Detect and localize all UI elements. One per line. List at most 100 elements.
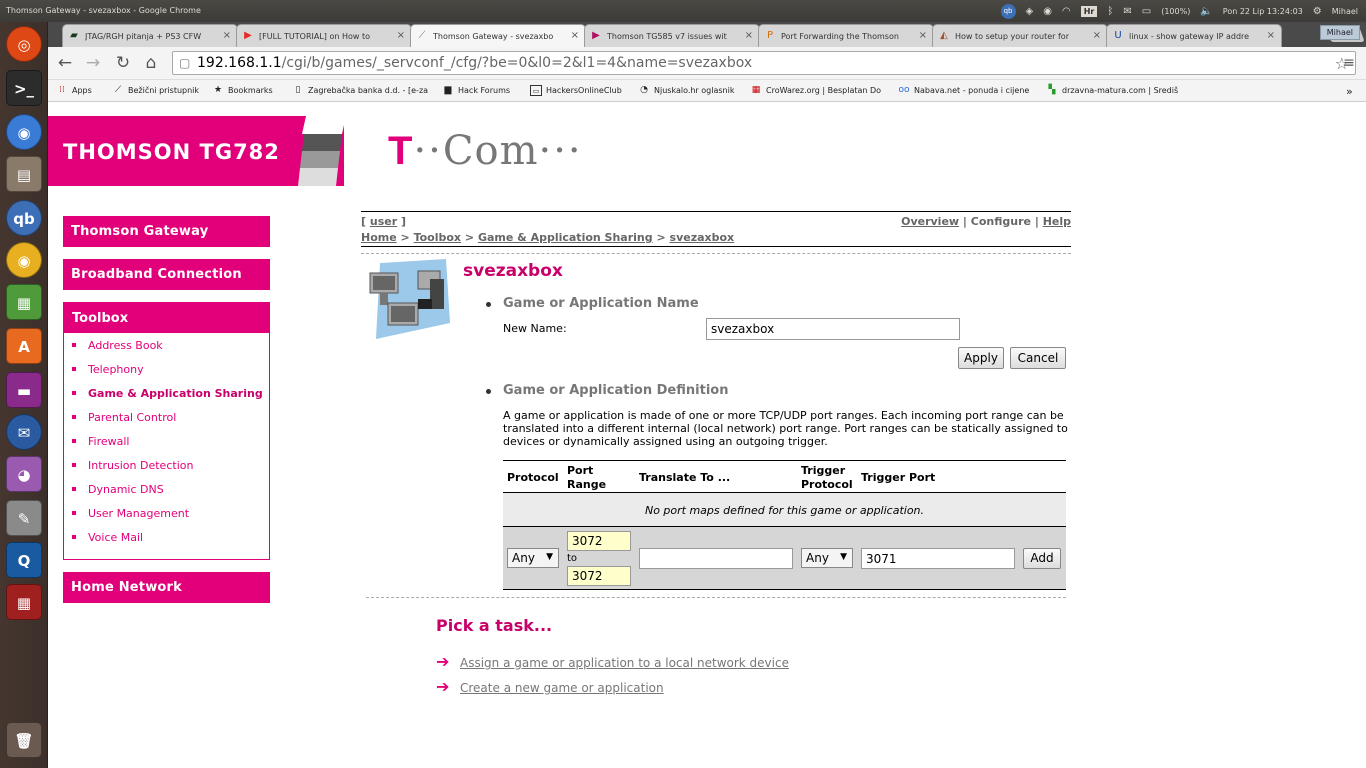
task-assign-game[interactable]: ➔ Assign a game or application to a local… <box>436 652 789 671</box>
qbittorrent-tray-icon[interactable]: qb <box>1000 3 1016 19</box>
bookmark-bookmarks[interactable]: ★ Bookmarks <box>212 85 273 96</box>
forward-arrow-icon[interactable]: → <box>82 53 104 73</box>
clock[interactable]: Pon 22 Lip 13:24:03 <box>1223 7 1303 16</box>
page-info-icon[interactable]: ▢ <box>179 56 190 70</box>
nav-home-network[interactable]: Home Network <box>63 572 270 603</box>
close-icon[interactable]: × <box>223 30 231 41</box>
trigger-port-input[interactable]: 3071 <box>861 548 1015 569</box>
chrome-menu-icon[interactable]: ≡ <box>1338 53 1360 73</box>
nav-user-management[interactable]: User Management <box>64 507 269 531</box>
page-icon: ⟋ <box>114 85 122 95</box>
breadcrumb-toolbox[interactable]: Toolbox <box>414 231 461 244</box>
close-icon[interactable]: × <box>1093 30 1101 41</box>
workspace-switcher-icon[interactable]: ▦ <box>6 584 42 620</box>
task-create-game[interactable]: ➔ Create a new game or application <box>436 677 664 696</box>
bluetooth-icon[interactable]: ᛒ <box>1107 6 1113 17</box>
thunderbird-icon[interactable]: ✉ <box>6 414 42 450</box>
files-icon[interactable]: ▤ <box>6 156 42 192</box>
crowarez-icon: ▦ <box>751 85 761 95</box>
back-arrow-icon[interactable]: ← <box>54 53 76 73</box>
view-mode-links: Overview | Configure | Help <box>901 215 1071 228</box>
bookmark-hackforums[interactable]: ▆ Hack Forums <box>442 85 511 96</box>
tab-tutorial[interactable]: ▶ [FULL TUTORIAL] on How to × <box>236 24 412 47</box>
nav-parental-control[interactable]: Parental Control <box>64 411 269 435</box>
tab-tg585-issues[interactable]: ▶ Thomson TG585 v7 issues wit × <box>584 24 760 47</box>
help-link[interactable]: Help <box>1043 215 1071 228</box>
bookmark-njuskalo[interactable]: ◔ Njuskalo.hr oglasnik <box>638 85 734 96</box>
battery-icon[interactable]: ▭ <box>1142 6 1151 17</box>
cancel-button[interactable]: Cancel <box>1010 347 1066 369</box>
nav-telephony[interactable]: Telephony <box>64 363 269 387</box>
tab-port-forwarding[interactable]: P Port Forwarding the Thomson × <box>758 24 934 47</box>
tab-linux-gateway[interactable]: Ulinux - show gateway IP addre × <box>1106 24 1282 47</box>
nav-intrusion-detection[interactable]: Intrusion Detection <box>64 459 269 483</box>
bookmark-zaba[interactable]: ▯ Zagrebačka banka d.d. - [e-za <box>292 85 429 96</box>
bookmarks-overflow-icon[interactable]: » <box>1346 85 1353 98</box>
chrome-profile-badge[interactable]: Mihael <box>1319 25 1360 40</box>
bookmark-matura[interactable]: ▚ drzavna-matura.com | Središ <box>1046 85 1179 96</box>
breadcrumb-game-sharing[interactable]: Game & Application Sharing <box>478 231 653 244</box>
bookmark-nabava[interactable]: oo Nabava.net - ponuda i cijene <box>898 85 1029 96</box>
port-range-from-input[interactable]: 3072 <box>567 531 631 551</box>
bookmark-crowarez[interactable]: ▦ CroWarez.org | Besplatan Do <box>750 85 881 96</box>
chrome-icon[interactable]: ◉ <box>6 242 42 278</box>
section-game-name: Game or Application Name <box>486 296 699 311</box>
new-name-input[interactable]: svezaxbox <box>706 318 960 340</box>
close-icon[interactable]: × <box>571 30 579 41</box>
pidgin-icon[interactable]: ◕ <box>6 456 42 492</box>
software-center-icon[interactable]: A <box>6 328 42 364</box>
bookmark-apps[interactable]: ⁞⁞ Apps <box>56 85 92 96</box>
wifi-icon[interactable]: ◠ <box>1062 6 1071 17</box>
nav-voice-mail[interactable]: Voice Mail <box>64 531 269 555</box>
nav-game-application-sharing[interactable]: Game & Application Sharing <box>64 387 269 411</box>
user-link[interactable]: user <box>370 215 397 228</box>
mail-icon[interactable]: ✉ <box>1123 6 1131 17</box>
close-icon[interactable]: × <box>745 30 753 41</box>
trash-icon[interactable]: 🗑 <box>6 722 42 758</box>
apply-button[interactable]: Apply <box>958 347 1004 369</box>
assign-game-link[interactable]: Assign a game or application to a local … <box>460 656 789 670</box>
breadcrumb-current[interactable]: svezaxbox <box>670 231 735 244</box>
tab-jtag[interactable]: ▰ JTAG/RGH pitanja + PS3 CFW × <box>62 24 238 47</box>
chromium-icon[interactable]: ◉ <box>6 114 42 150</box>
translate-to-input[interactable] <box>639 548 793 569</box>
session-user[interactable]: Mihael <box>1332 7 1358 16</box>
overview-link[interactable]: Overview <box>901 215 959 228</box>
text-editor-icon[interactable]: ✎ <box>6 500 42 536</box>
close-icon[interactable]: × <box>1267 30 1275 41</box>
nav-toolbox[interactable]: Toolbox <box>64 303 269 333</box>
workspace-icon[interactable]: ▬ <box>6 372 42 408</box>
tab-router-setup[interactable]: ◭ How to setup your router for × <box>932 24 1108 47</box>
add-port-map-button[interactable]: Add <box>1023 548 1061 569</box>
reload-icon[interactable]: ↻ <box>112 53 134 73</box>
qbittorrent-icon[interactable]: qb <box>6 200 42 236</box>
port-range-to-input[interactable]: 3072 <box>567 566 631 586</box>
sync-icon[interactable]: ◉ <box>1043 6 1052 17</box>
dropbox-icon[interactable]: ◈ <box>1026 6 1034 17</box>
bookmark-hoc[interactable]: ▭ HackersOnlineClub <box>530 85 622 96</box>
nav-dynamic-dns[interactable]: Dynamic DNS <box>64 483 269 507</box>
breadcrumb-home[interactable]: Home <box>361 231 397 244</box>
volume-icon[interactable]: 🔈 <box>1200 6 1212 17</box>
close-icon[interactable]: × <box>397 30 405 41</box>
tab-thomson-gateway[interactable]: ⟋ Thomson Gateway - svezaxbo × <box>410 24 586 47</box>
arrow-right-icon: ➔ <box>436 652 450 671</box>
protocol-select[interactable]: Any ▼ <box>507 548 559 568</box>
bookmark-bezicni[interactable]: ⟋ Bežični pristupnik <box>112 85 199 96</box>
trigger-protocol-select[interactable]: Any ▼ <box>801 548 853 568</box>
nav-broadband-connection[interactable]: Broadband Connection <box>63 259 270 290</box>
ubuntu-dash-icon[interactable]: ◎ <box>6 26 42 62</box>
address-bar[interactable]: ▢ 192.168.1.1/cgi/b/games/_servconf_/cfg… <box>172 51 1356 75</box>
close-icon[interactable]: × <box>919 30 927 41</box>
nav-thomson-gateway[interactable]: Thomson Gateway <box>63 216 270 247</box>
home-icon[interactable]: ⌂ <box>140 53 162 73</box>
nav-address-book[interactable]: Address Book <box>64 339 269 363</box>
spreadsheet-icon[interactable]: ▦ <box>6 284 42 320</box>
keyboard-layout-indicator[interactable]: Hr <box>1080 5 1098 17</box>
create-game-link[interactable]: Create a new game or application <box>460 681 664 695</box>
divider <box>366 597 1066 598</box>
nav-firewall[interactable]: Firewall <box>64 435 269 459</box>
settings-gear-icon[interactable]: ⚙ <box>1313 6 1322 17</box>
q-app-icon[interactable]: Q <box>6 542 42 578</box>
terminal-icon[interactable]: >_ <box>6 70 42 106</box>
